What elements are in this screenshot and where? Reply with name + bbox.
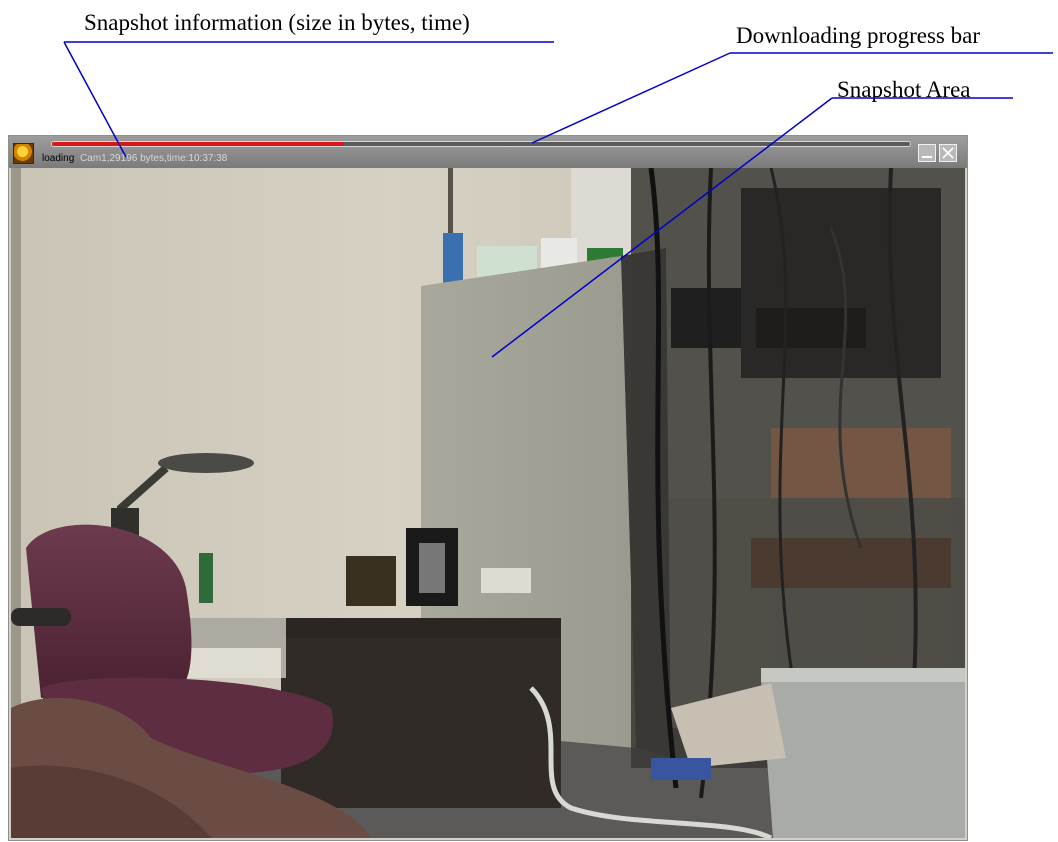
close-icon xyxy=(942,147,954,159)
callout-snapshot-area: Snapshot Area xyxy=(837,77,971,102)
minimize-icon xyxy=(922,156,932,158)
callout-progress-bar: Downloading progress bar xyxy=(736,23,981,48)
close-button[interactable] xyxy=(939,144,957,162)
camera-snapshot-image xyxy=(11,168,965,838)
callout-snapshot-info: Snapshot information (size in bytes, tim… xyxy=(84,10,470,35)
snapshot-viewer-window: loading Cam1,29196 bytes,time:10:37:38 xyxy=(8,135,968,841)
snapshot-info: Cam1,29196 bytes,time:10:37:38 xyxy=(80,153,228,164)
app-icon xyxy=(13,143,34,164)
loading-label: loading xyxy=(42,153,75,164)
download-progress-bar xyxy=(51,141,911,147)
snapshot-area xyxy=(11,168,965,838)
snapshot-status: loading Cam1,29196 bytes,time:10:37:38 xyxy=(42,153,227,165)
minimize-button[interactable] xyxy=(918,144,936,162)
download-progress-fill xyxy=(52,142,344,146)
leader-line-progress xyxy=(531,52,731,144)
viewer-titlebar: loading Cam1,29196 bytes,time:10:37:38 xyxy=(9,136,967,168)
